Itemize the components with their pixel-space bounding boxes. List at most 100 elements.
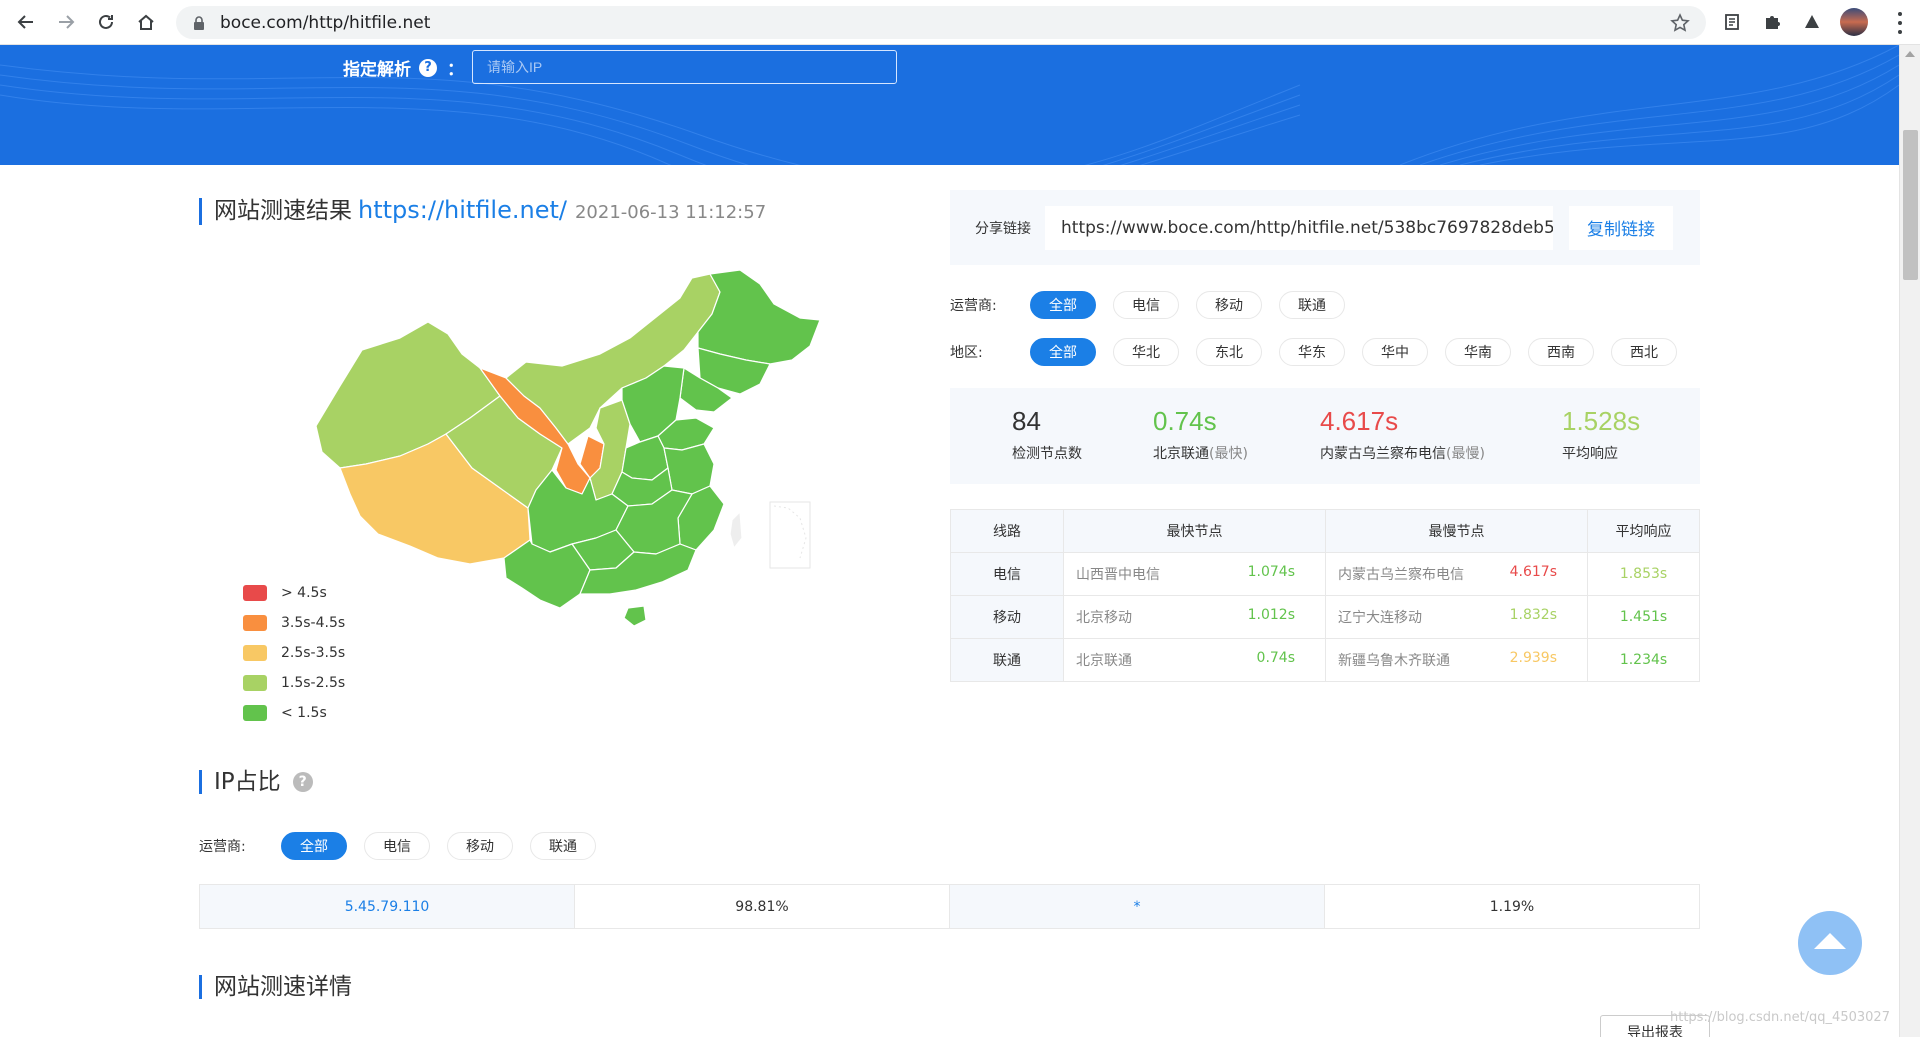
- region-chip-northwest[interactable]: 西北: [1611, 338, 1677, 366]
- stat-label-text: 北京联通: [1153, 446, 1209, 462]
- table-row: 5.45.79.110 98.81% * 1.19%: [199, 884, 1700, 929]
- url-text: boce.com/http/hitfile.net: [220, 12, 431, 33]
- legend-item: 1.5s-2.5s: [243, 668, 345, 698]
- forward-icon[interactable]: [46, 2, 86, 42]
- stat-fastest: 0.74s 北京联通(最快): [1153, 406, 1248, 463]
- watermark-text: https://blog.csdn.net/qq_4503027: [1670, 1010, 1890, 1025]
- region-chip-southwest[interactable]: 西南: [1528, 338, 1594, 366]
- ip-carrier-chip-unicom[interactable]: 联通: [530, 832, 596, 860]
- column-header: 线路: [950, 509, 1064, 553]
- share-label: 分享链接: [975, 220, 1031, 237]
- stat-value: 84: [1012, 406, 1041, 436]
- region-chip-northeast[interactable]: 东北: [1196, 338, 1262, 366]
- region-filter: 地区: 全部 华北 东北 华东 华中 华南 西南 西北: [950, 338, 1694, 366]
- legend-swatch: [243, 705, 267, 721]
- stat-slowest: 4.617s 内蒙古乌兰察布电信(最慢): [1320, 406, 1485, 463]
- summary-stats: 84 检测节点数 0.74s 北京联通(最快) 4.617s 内蒙古乌兰察布电信…: [950, 388, 1700, 484]
- legend-item: 3.5s-4.5s: [243, 608, 345, 638]
- sea-boundary-line: [773, 505, 807, 559]
- carrier-filter: 运营商: 全部 电信 移动 联通: [950, 291, 1362, 319]
- node-time: 0.74s: [1256, 650, 1295, 666]
- stat-label: 内蒙古乌兰察布电信(最慢): [1320, 443, 1485, 463]
- dns-colon: ：: [447, 60, 464, 80]
- scrollbar-thumb[interactable]: [1903, 130, 1918, 280]
- back-icon[interactable]: [6, 2, 46, 42]
- node-name: 北京联通: [1076, 653, 1132, 669]
- avg-cell: 1.451s: [1587, 595, 1700, 639]
- avg-cell: 1.234s: [1587, 638, 1700, 682]
- carrier-chip-unicom[interactable]: 联通: [1279, 291, 1345, 319]
- line-cell: 联通: [950, 638, 1064, 682]
- column-header: 平均响应: [1587, 509, 1700, 553]
- node-time: 1.832s: [1509, 607, 1557, 623]
- extensions-puzzle-icon[interactable]: [1760, 10, 1784, 34]
- legend-swatch: [243, 585, 267, 601]
- table-row: 联通 北京联通 0.74s 新疆乌鲁木齐联通 2.939s 1.234s: [950, 638, 1700, 682]
- node-name: 新疆乌鲁木齐联通: [1338, 653, 1450, 669]
- ip-address-cell[interactable]: *: [949, 884, 1325, 929]
- legend-item: < 1.5s: [243, 698, 345, 728]
- ip-carrier-filter: 运营商: 全部 电信 移动 联通: [199, 832, 613, 860]
- node-name: 内蒙古乌兰察布电信: [1338, 567, 1464, 583]
- region-chip-north[interactable]: 华北: [1113, 338, 1179, 366]
- node-time: 1.012s: [1247, 607, 1295, 623]
- line-cell: 移动: [950, 595, 1064, 639]
- node-name: 辽宁大连移动: [1338, 610, 1422, 626]
- home-icon[interactable]: [126, 2, 166, 42]
- reading-list-icon[interactable]: [1720, 10, 1744, 34]
- ip-carrier-chip-all[interactable]: 全部: [281, 832, 347, 860]
- table-header-row: 线路 最快节点 最慢节点 平均响应: [950, 509, 1700, 553]
- page-scrollbar[interactable]: [1899, 45, 1920, 1037]
- fast-node-cell: 北京移动 1.012s: [1063, 595, 1326, 639]
- slow-node-cell: 内蒙古乌兰察布电信 4.617s: [1325, 552, 1588, 596]
- node-name: 山西晋中电信: [1076, 567, 1160, 583]
- stat-value: 1.528s: [1562, 406, 1641, 436]
- table-row: 移动 北京移动 1.012s 辽宁大连移动 1.832s 1.451s: [950, 595, 1700, 639]
- node-time: 1.074s: [1247, 564, 1295, 580]
- region-chip-east[interactable]: 华东: [1279, 338, 1345, 366]
- ip-share-title: IP占比 ?: [199, 770, 313, 794]
- route-table: 线路 最快节点 最慢节点 平均响应 电信 山西晋中电信 1.074s 内蒙古乌兰察…: [950, 509, 1700, 682]
- site-link[interactable]: https://hitfile.net/: [358, 198, 567, 222]
- column-header: 最慢节点: [1325, 509, 1588, 553]
- bookmark-star-icon[interactable]: [1670, 13, 1690, 33]
- region-heilongjiang[interactable]: [697, 269, 821, 365]
- details-title-text: 网站测速详情: [214, 974, 352, 1000]
- legend-label: 1.5s-2.5s: [281, 675, 346, 691]
- copy-link-button[interactable]: 复制链接: [1569, 205, 1673, 250]
- profile-avatar[interactable]: [1840, 8, 1868, 36]
- scroll-to-top-button[interactable]: [1798, 911, 1862, 975]
- result-title-text: 网站测速结果: [214, 198, 352, 224]
- region-taiwan[interactable]: [729, 511, 743, 549]
- scroll-up-icon[interactable]: [1905, 51, 1915, 57]
- stat-label-text: 内蒙古乌兰察布电信: [1320, 446, 1446, 462]
- region-chip-south[interactable]: 华南: [1445, 338, 1511, 366]
- node-time: 4.617s: [1509, 564, 1557, 580]
- share-url-field[interactable]: https://www.boce.com/http/hitfile.net/53…: [1045, 205, 1553, 250]
- legend-item: 2.5s-3.5s: [243, 638, 345, 668]
- address-bar[interactable]: boce.com/http/hitfile.net: [176, 6, 1706, 39]
- legend-label: 2.5s-3.5s: [281, 645, 346, 661]
- ip-carrier-chip-telecom[interactable]: 电信: [364, 832, 430, 860]
- carrier-chip-all[interactable]: 全部: [1030, 291, 1096, 319]
- carrier-chip-telecom[interactable]: 电信: [1113, 291, 1179, 319]
- south-china-sea-inset: [769, 501, 811, 569]
- help-icon[interactable]: ?: [292, 772, 313, 792]
- help-icon[interactable]: ?: [419, 58, 437, 77]
- legend-label: < 1.5s: [281, 705, 327, 721]
- legend-item: > 4.5s: [243, 578, 345, 608]
- reload-icon[interactable]: [86, 2, 126, 42]
- ip-input[interactable]: [472, 50, 897, 84]
- ip-address-cell[interactable]: 5.45.79.110: [199, 884, 575, 929]
- carrier-chip-mobile[interactable]: 移动: [1196, 291, 1262, 319]
- extension-triangle-icon[interactable]: [1800, 10, 1824, 34]
- ip-carrier-chip-mobile[interactable]: 移动: [447, 832, 513, 860]
- region-filter-label: 地区:: [950, 345, 983, 361]
- ip-title-text: IP占比: [214, 769, 281, 795]
- fast-node-cell: 北京联通 0.74s: [1063, 638, 1326, 682]
- browser-menu-icon[interactable]: [1890, 12, 1910, 34]
- region-chip-all[interactable]: 全部: [1030, 338, 1096, 366]
- region-chip-central[interactable]: 华中: [1362, 338, 1428, 366]
- share-link-box: 分享链接 https://www.boce.com/http/hitfile.n…: [950, 190, 1700, 265]
- region-hainan[interactable]: [623, 605, 647, 627]
